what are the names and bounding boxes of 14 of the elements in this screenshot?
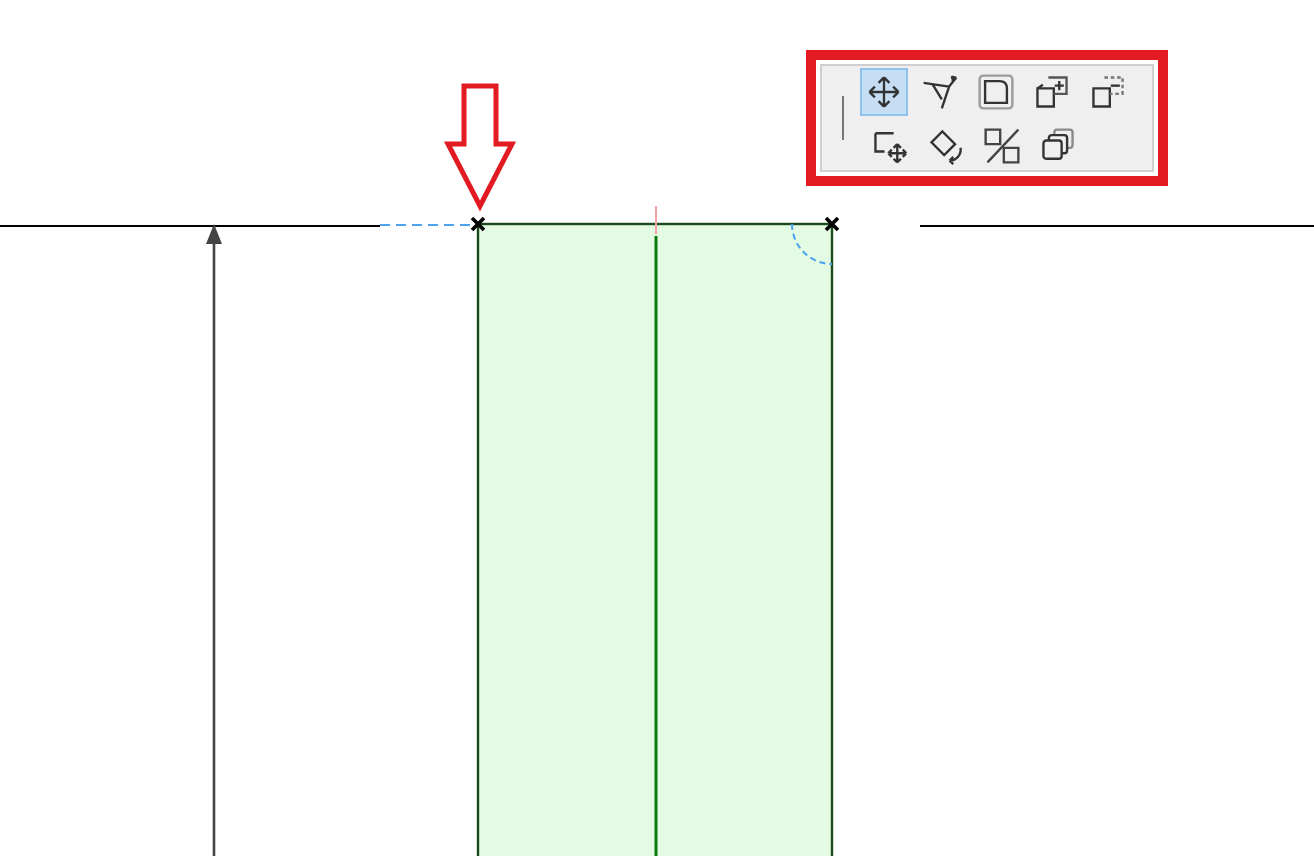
- rotate-shape-icon: [926, 125, 966, 165]
- node-marker-icon: [824, 216, 840, 232]
- guide-line: [655, 205, 657, 235]
- tool-button[interactable]: [860, 67, 908, 115]
- mirror-icon: [982, 125, 1022, 165]
- angle-arc: [791, 223, 833, 265]
- down-arrow-icon: [443, 83, 517, 212]
- rounded-corner-icon: [976, 71, 1016, 111]
- move-arrows-icon: [864, 71, 904, 111]
- subtract-shape-icon: [1088, 71, 1128, 111]
- copy-shapes-icon: [1038, 125, 1078, 165]
- angle-icon: [920, 71, 960, 111]
- node-marker-icon: [470, 216, 486, 232]
- add-shape-icon: [1032, 71, 1072, 111]
